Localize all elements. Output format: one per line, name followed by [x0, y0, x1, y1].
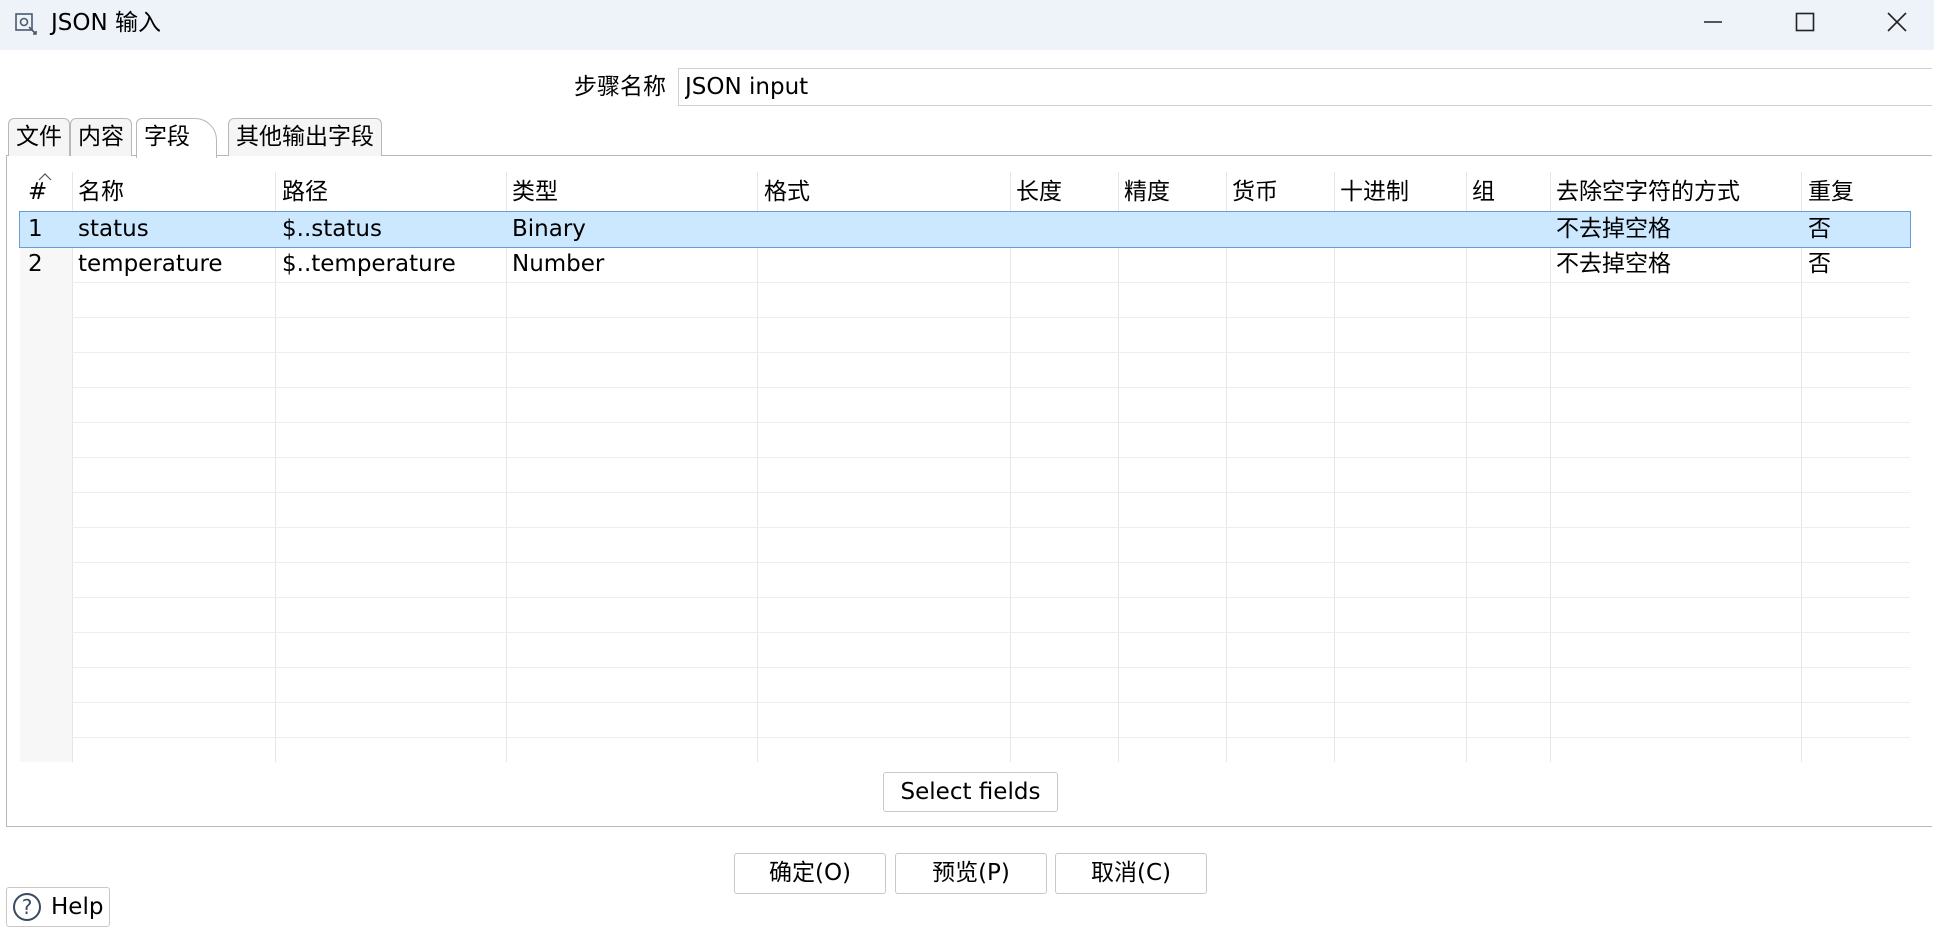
cell-path[interactable]: $..status [282, 212, 382, 247]
col-header-name[interactable]: 名称 [78, 177, 124, 207]
cell-repeat[interactable]: 否 [1808, 247, 1831, 282]
cell-path[interactable]: $..temperature [282, 247, 456, 282]
title-bar: JSON 输入 [0, 0, 1934, 50]
cell-number: 1 [28, 216, 43, 242]
json-input-app-icon [14, 12, 38, 36]
cell-type[interactable]: Binary [512, 212, 586, 247]
help-icon: ? [13, 893, 41, 921]
table-row[interactable]: 2 temperature $..temperature Number 不去掉空… [20, 247, 1910, 282]
window-title: JSON 输入 [51, 10, 162, 36]
help-label: Help [51, 894, 104, 920]
minimize-icon [1704, 21, 1722, 23]
tab-file[interactable]: 文件 [8, 118, 70, 156]
col-header-trim-type[interactable]: 去除空字符的方式 [1556, 177, 1740, 207]
maximize-button[interactable] [1760, 0, 1850, 44]
cell-type[interactable]: Number [512, 247, 604, 282]
maximize-icon [1795, 12, 1815, 32]
fields-table: # 名称 路径 类型 格式 长度 精度 货币 十进制 组 去除空字符的方式 重复… [19, 172, 1911, 762]
cancel-button[interactable]: 取消(C) [1055, 853, 1207, 894]
step-name-input[interactable] [678, 68, 1932, 106]
col-header-repeat[interactable]: 重复 [1808, 177, 1854, 207]
tab-fields[interactable]: 字段 [136, 118, 217, 158]
col-header-path[interactable]: 路径 [282, 177, 328, 207]
col-header-type[interactable]: 类型 [512, 177, 558, 207]
help-button[interactable]: ? Help [6, 887, 110, 927]
cell-number: 2 [28, 251, 43, 277]
table-row[interactable]: 1 status $..status Binary 不去掉空格 否 [19, 211, 1911, 248]
cell-trim-type[interactable]: 不去掉空格 [1556, 247, 1671, 282]
col-header-precision[interactable]: 精度 [1124, 177, 1170, 207]
col-header-group[interactable]: 组 [1472, 177, 1495, 207]
col-header-format[interactable]: 格式 [764, 177, 810, 207]
step-name-label: 步骤名称 [574, 74, 666, 100]
col-header-decimal[interactable]: 十进制 [1340, 177, 1409, 207]
select-fields-button[interactable]: Select fields [883, 772, 1058, 812]
cell-name[interactable]: status [78, 212, 149, 247]
col-header-currency[interactable]: 货币 [1232, 177, 1278, 207]
preview-button[interactable]: 预览(P) [895, 853, 1047, 894]
cell-name[interactable]: temperature [78, 247, 223, 282]
cell-repeat[interactable]: 否 [1808, 212, 1831, 247]
col-header-length[interactable]: 长度 [1016, 177, 1062, 207]
tab-content[interactable]: 内容 [70, 118, 132, 156]
cell-trim-type[interactable]: 不去掉空格 [1556, 212, 1671, 247]
tab-other-output-fields[interactable]: 其他输出字段 [228, 118, 382, 156]
close-icon [1887, 12, 1907, 32]
row-number-column [20, 212, 72, 762]
close-button[interactable] [1852, 0, 1934, 44]
ok-button[interactable]: 确定(O) [734, 853, 886, 894]
minimize-button[interactable] [1668, 0, 1758, 44]
table-header: # 名称 路径 类型 格式 长度 精度 货币 十进制 组 去除空字符的方式 重复 [20, 172, 1910, 212]
sort-ascending-icon [38, 173, 52, 181]
